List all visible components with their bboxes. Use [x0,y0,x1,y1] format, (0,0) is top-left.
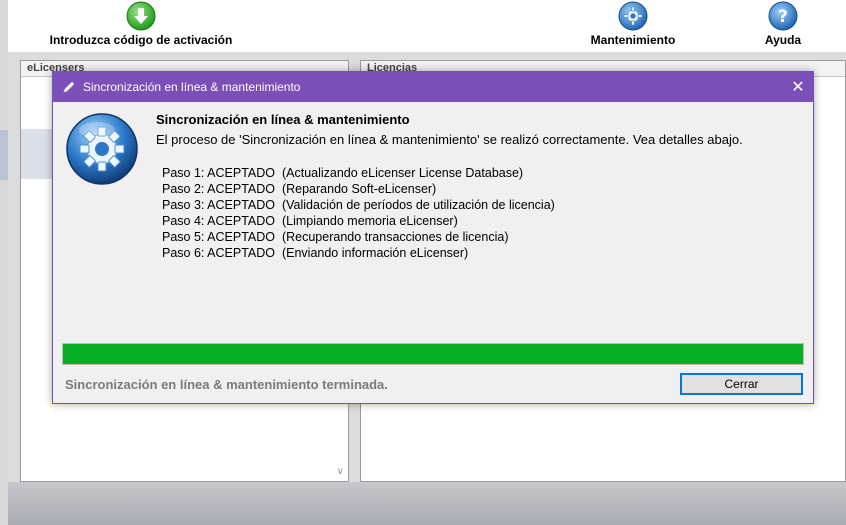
help-button[interactable]: ? Ayuda [753,0,813,52]
steps-list: Paso 1: ACEPTADO (Actualizando eLicenser… [162,165,555,261]
dialog-message: El proceso de 'Sincronización en línea &… [156,132,743,147]
status-footer [8,482,846,525]
dialog-titlebar[interactable]: Sincronización en línea & mantenimiento … [53,72,813,102]
step-row: Paso 4: ACEPTADO (Limpiando memoria eLic… [162,214,458,228]
step-row: Paso 1: ACEPTADO (Actualizando eLicenser… [162,166,524,180]
toolbar: Introduzca código de activación Mantenim… [8,0,846,52]
enter-activation-code-button[interactable]: Introduzca código de activación [46,0,236,52]
help-label: Ayuda [764,33,802,47]
pen-icon [61,79,77,95]
step-row: Paso 2: ACEPTADO (Reparando Soft-eLicens… [162,182,437,196]
gear-icon [618,1,648,31]
close-button[interactable]: Cerrar [680,373,803,395]
side-selection-marker [0,130,8,180]
step-row: Paso 3: ACEPTADO (Validación de períodos… [162,198,555,212]
step-row: Paso 6: ACEPTADO (Enviando información e… [162,246,469,260]
status-text: Sincronización en línea & mantenimiento … [65,377,388,392]
maintenance-button[interactable]: Mantenimiento [583,0,683,52]
sync-maintenance-dialog: Sincronización en línea & mantenimiento … [52,71,814,404]
window-left-edge [0,0,8,525]
dialog-title: Sincronización en línea & mantenimiento [83,80,301,94]
progress-bar [62,343,804,365]
dialog-heading: Sincronización en línea & mantenimiento [156,112,410,127]
activation-label: Introduzca código de activación [49,33,233,47]
gear-icon [66,113,138,185]
maintenance-label: Mantenimiento [590,33,676,47]
green-down-arrow-icon [126,1,156,31]
scroll-down-arrow-icon[interactable]: ∨ [337,466,344,477]
svg-text:?: ? [778,7,788,27]
close-icon[interactable]: ✕ [783,72,813,102]
step-row: Paso 5: ACEPTADO (Recuperando transaccio… [162,230,509,244]
progress-fill [63,344,803,364]
help-icon: ? [768,1,798,31]
